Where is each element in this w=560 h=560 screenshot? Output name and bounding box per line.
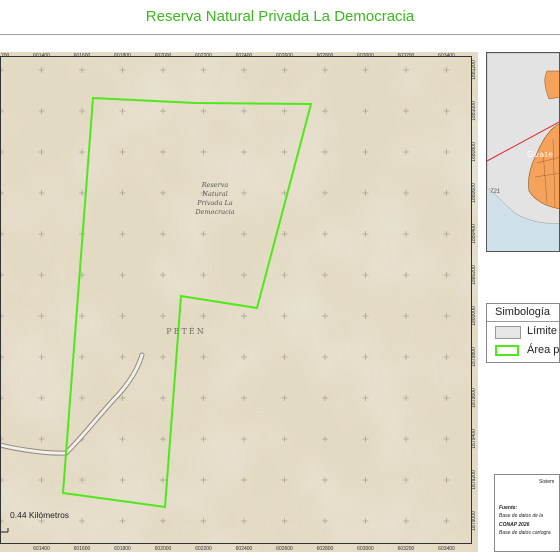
y-tick-label: 1879400	[471, 429, 477, 449]
reserve-label-line-3: Privada La	[196, 199, 233, 207]
x-tick-label: 602400	[236, 53, 253, 59]
legend-swatch-protected-area	[495, 345, 519, 356]
y-tick-label: 1879000	[471, 511, 477, 531]
legend-title: Simbología	[495, 306, 551, 318]
x-tick-label: 601800	[114, 53, 131, 59]
x-tick-label: 602000	[155, 53, 172, 59]
legend-divider	[487, 321, 559, 322]
x-tick-label: 601200	[0, 53, 10, 59]
x-tick-label: 602400	[236, 546, 253, 552]
map-title: Reserva Natural Privada La Democracia	[145, 8, 415, 25]
x-tick-label: 601600	[74, 546, 91, 552]
x-tick-label: 601400	[33, 546, 50, 552]
x-tick-label: 601600	[74, 53, 91, 59]
source-box: Sistem Fuente: Base de datos de la CONAP…	[494, 474, 560, 552]
title-divider	[0, 34, 560, 35]
source-line-3: Base de datos cartogra	[499, 530, 551, 536]
y-tick-label: 1880600	[471, 183, 477, 203]
y-tick-label: 1879800	[471, 347, 477, 367]
x-tick-label: 602800	[317, 53, 334, 59]
x-tick-label: 602200	[195, 53, 212, 59]
legend: Simbología Límite Área pr	[486, 303, 560, 363]
legend-label-protected-area: Área pr	[527, 344, 560, 356]
inset-number-label: 721	[490, 189, 500, 195]
source-line-2: CONAP 2026	[499, 522, 530, 528]
x-tick-label: 603400	[438, 53, 455, 59]
x-tick-label: 603000	[357, 546, 374, 552]
legend-swatch-limit	[495, 326, 521, 339]
y-tick-label: 1880400	[471, 224, 477, 244]
x-tick-label: 603400	[438, 546, 455, 552]
x-tick-label: 601800	[114, 546, 131, 552]
y-tick-label: 1880800	[471, 142, 477, 162]
y-tick-label: 1880000	[471, 306, 477, 326]
inset-map[interactable]: Guate 721	[486, 52, 560, 252]
x-tick-label: 603000	[357, 53, 374, 59]
x-tick-label: 602800	[317, 546, 334, 552]
inset-country-label: Guate	[527, 150, 554, 159]
source-line-1: Base de datos de la	[499, 513, 544, 519]
x-tick-label: 602600	[276, 53, 293, 59]
y-tick-label: 1881000	[471, 101, 477, 121]
reserve-label-line-4: Democracia	[194, 208, 234, 216]
scale-label: 0.44 Kilómetros	[10, 510, 69, 520]
x-tick-label: 603200	[398, 53, 415, 59]
x-tick-label: 602000	[155, 546, 172, 552]
reserve-label-line-2: Natural	[201, 190, 227, 198]
main-map[interactable]: Reserva Natural Privada La Democracia PE…	[0, 52, 478, 552]
y-tick-label: 1880200	[471, 265, 477, 285]
x-tick-label: 602600	[276, 546, 293, 552]
source-heading: Fuente:	[499, 505, 518, 511]
reserve-label-line-1: Reserva	[201, 181, 229, 189]
x-tick-label: 603200	[398, 546, 415, 552]
legend-label-limit: Límite	[527, 325, 557, 337]
y-tick-label: 1879200	[471, 470, 477, 490]
source-system: Sistem	[539, 479, 555, 485]
x-tick-label: 601400	[33, 53, 50, 59]
x-tick-label: 602200	[195, 546, 212, 552]
y-tick-label: 1879600	[471, 388, 477, 408]
region-label: PETÉN	[166, 327, 205, 336]
y-tick-label: 1881200	[471, 60, 477, 80]
